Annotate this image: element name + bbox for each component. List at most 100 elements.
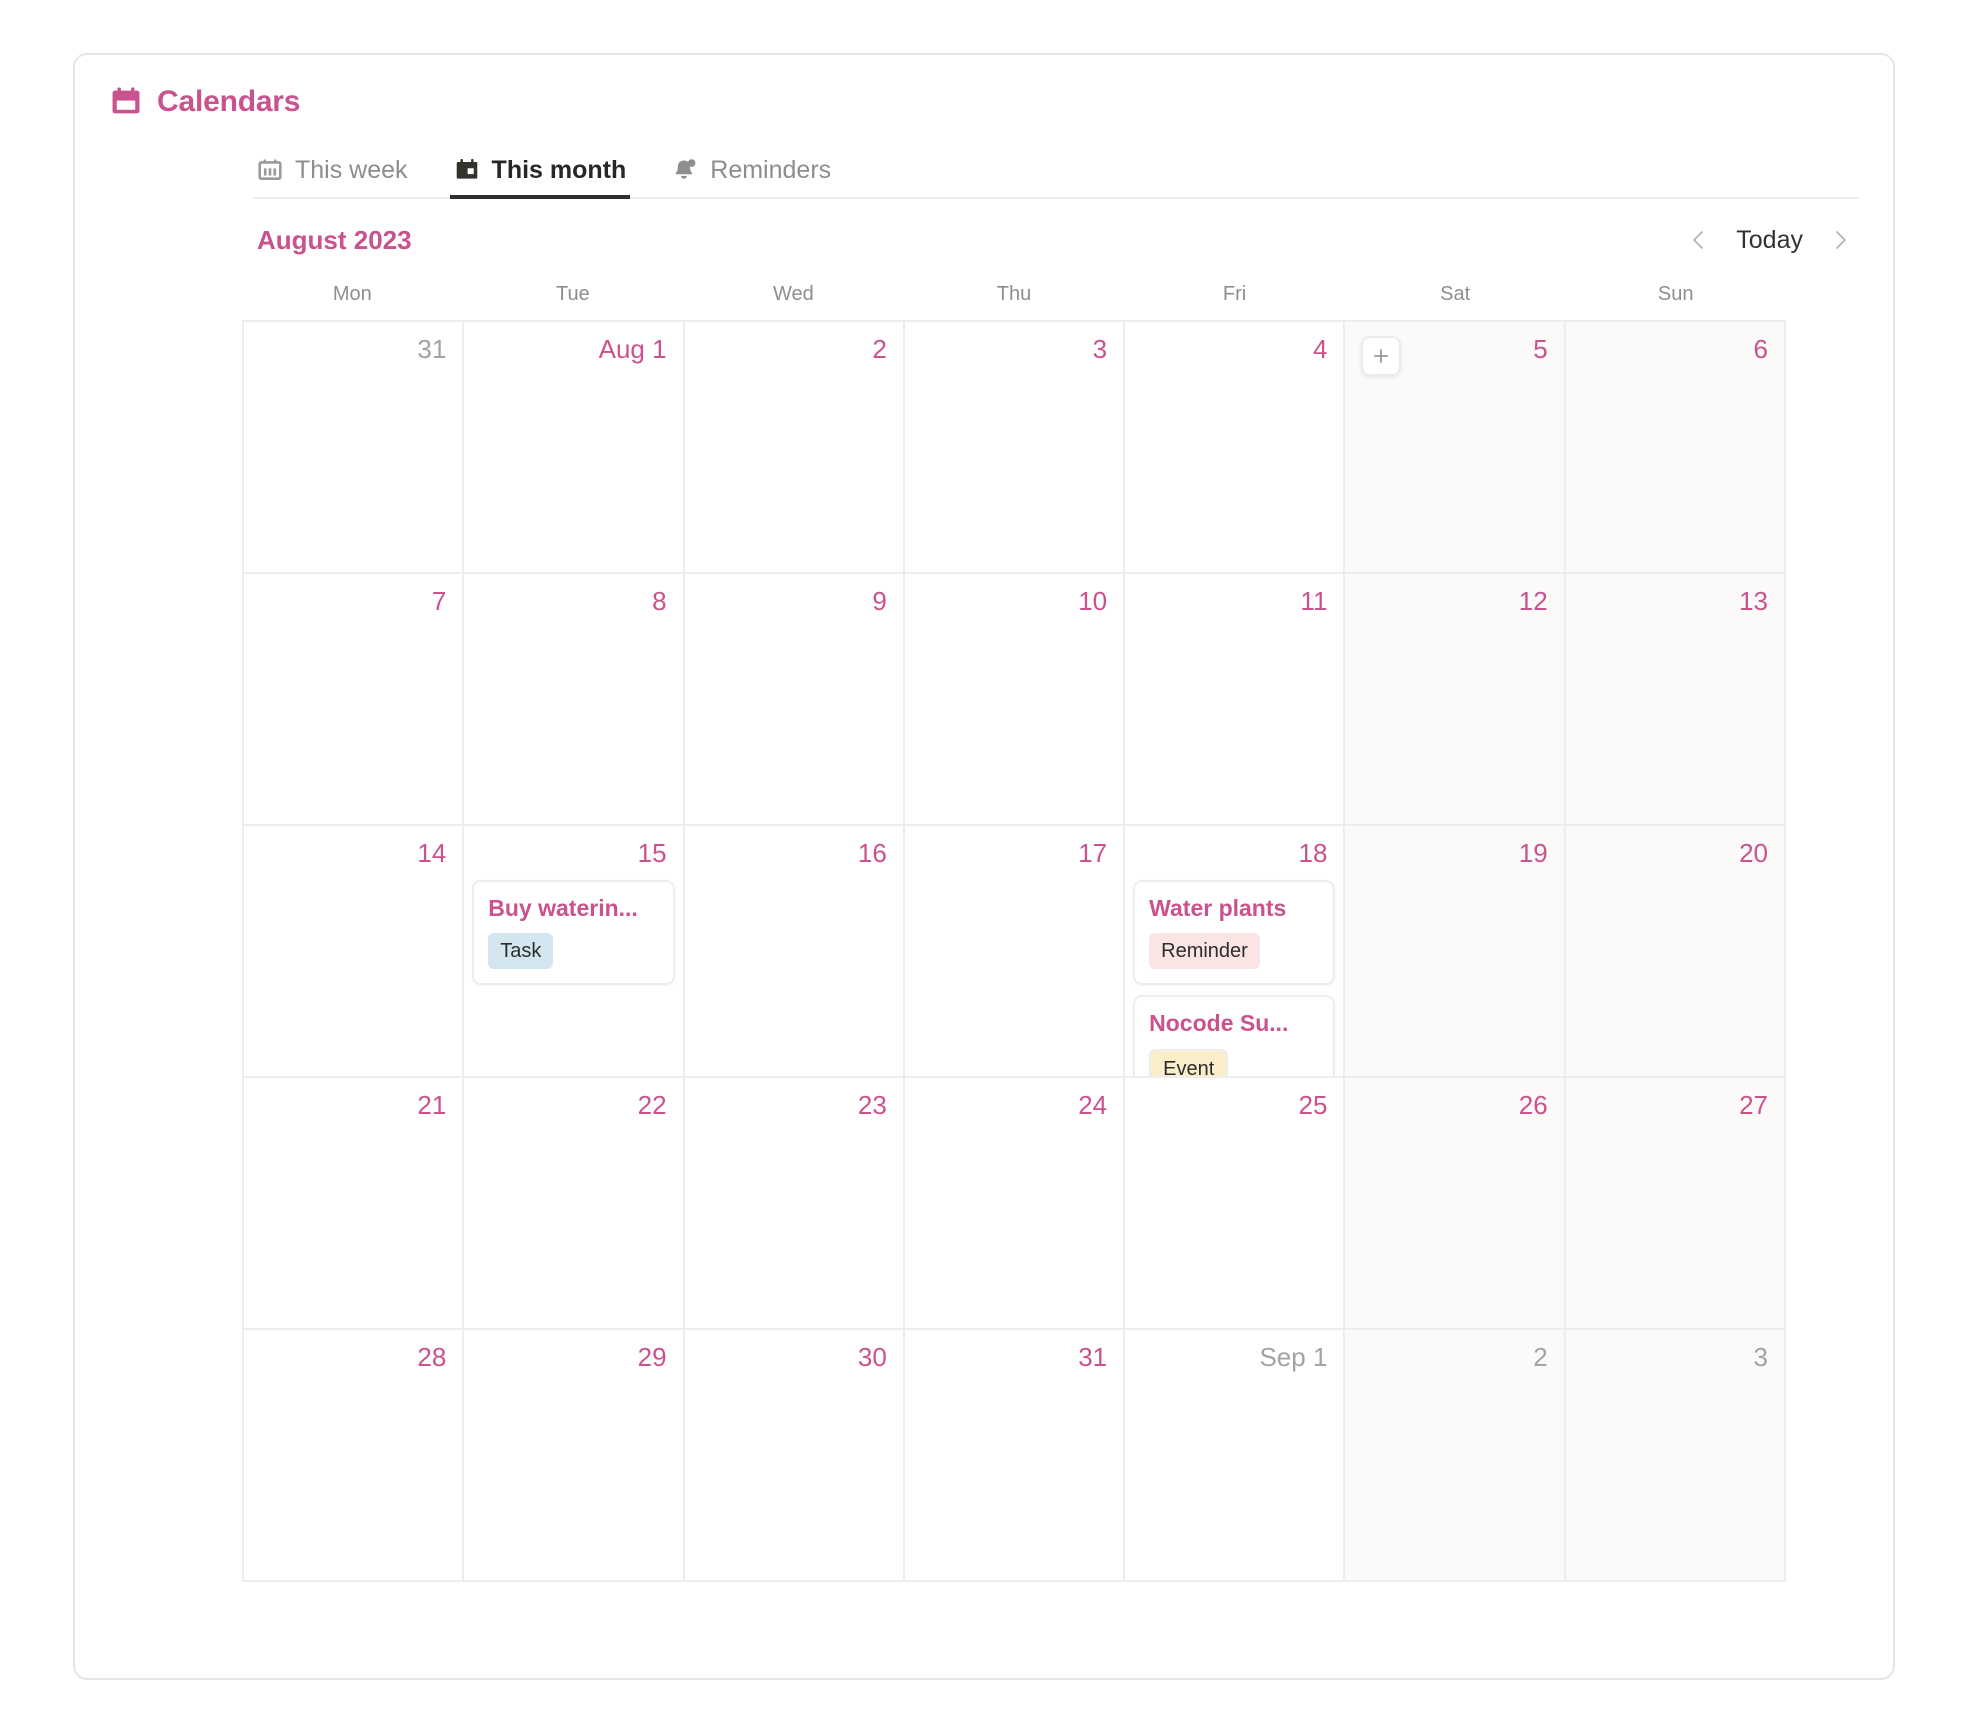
calendar-day-cell[interactable]: 15 Buy waterin... Task [464, 826, 685, 1078]
calendar-day-cell[interactable]: Sep 1 [1125, 1330, 1346, 1582]
calendar-day-cell[interactable]: 10 [904, 574, 1126, 826]
weekday-header-row: Mon Tue Wed Thu Fri Sat Sun [242, 283, 1786, 320]
calendar-day-cell[interactable]: 31 [904, 1330, 1126, 1582]
calendar-day-cell[interactable]: 19 [1345, 826, 1566, 1078]
calendar-month-icon [454, 157, 480, 183]
add-event-button[interactable] [1361, 336, 1402, 376]
calendar-day-cell[interactable]: 27 [1565, 1078, 1786, 1330]
month-nav-controls: Today [1686, 225, 1853, 255]
calendar-day-cell[interactable]: 16 [684, 826, 905, 1078]
tab-this-week-label: This week [295, 155, 408, 184]
calendar-page: Calendars This week This month Reminders… [0, 0, 1982, 1720]
tab-this-month[interactable]: This month [449, 155, 647, 199]
calendar-day-cell[interactable]: 22 [464, 1078, 685, 1330]
calendar-day-cell[interactable]: 25 [1125, 1078, 1346, 1330]
event-type-badge: Reminder [1149, 933, 1260, 970]
day-number: 10 [1078, 586, 1108, 616]
day-number: 28 [417, 1342, 447, 1372]
calendar-day-cell[interactable]: 24 [904, 1078, 1126, 1330]
day-number: 17 [1078, 838, 1108, 868]
calendar-day-cell[interactable]: 21 [244, 1078, 465, 1330]
day-number: Aug 1 [598, 334, 667, 364]
calendar-day-cell[interactable]: 9 [684, 574, 905, 826]
calendar-day-cell[interactable]: 18 Water plants Reminder Nocode Su... Event [1125, 826, 1346, 1078]
day-number: 2 [872, 334, 887, 364]
day-number: 14 [417, 838, 447, 868]
day-number: 31 [417, 334, 447, 364]
tab-this-week[interactable]: This week [253, 157, 428, 199]
calendar-day-cell[interactable]: 2 [1345, 1330, 1566, 1582]
day-number: Sep 1 [1259, 1342, 1328, 1372]
calendar-day-cell[interactable]: 6 [1565, 322, 1786, 574]
day-number: 12 [1518, 586, 1548, 616]
chevron-right-icon[interactable] [1827, 225, 1853, 255]
day-number: 5 [1533, 334, 1548, 364]
calendar-day-cell[interactable]: 8 [464, 574, 685, 826]
calendar-day-cell[interactable]: 26 [1345, 1078, 1566, 1330]
day-number: 22 [637, 1090, 667, 1120]
calendar-day-cell[interactable]: 12 [1345, 574, 1566, 826]
calendar-day-cell[interactable]: 11 [1125, 574, 1346, 826]
day-number: 9 [872, 586, 887, 616]
calendar-day-cell[interactable]: Aug 1 [464, 322, 685, 574]
calendar-day-cell[interactable]: 23 [684, 1078, 905, 1330]
day-number: 6 [1753, 334, 1768, 364]
day-number: 27 [1739, 1090, 1768, 1120]
event-title: Buy waterin... [488, 896, 638, 921]
calendar-day-cell[interactable]: 31 [244, 322, 465, 574]
today-button[interactable]: Today [1736, 227, 1803, 253]
weekday-header-fri: Fri [1222, 283, 1247, 305]
day-number: 31 [1078, 1342, 1108, 1372]
calendar-day-cell[interactable]: 20 [1565, 826, 1786, 1078]
day-number: 30 [857, 1342, 887, 1372]
calendar-day-cell[interactable]: 14 [244, 826, 465, 1078]
calendar-day-cell[interactable]: 28 [244, 1330, 465, 1582]
calendar-day-cell[interactable]: 7 [244, 574, 465, 826]
day-number: 11 [1300, 586, 1328, 616]
day-number: 7 [431, 586, 447, 616]
weekday-header-sat: Sat [1440, 283, 1471, 305]
event-card[interactable]: Water plants Reminder [1133, 880, 1336, 986]
calendar-day-cell[interactable]: 13 [1565, 574, 1786, 826]
day-number: 26 [1518, 1090, 1548, 1120]
calendar-day-cell[interactable]: 30 [684, 1330, 905, 1582]
calendar-day-cell[interactable]: 4 [1125, 322, 1346, 574]
day-number: 16 [857, 838, 887, 868]
calendar-day-cell[interactable]: 3 [1565, 1330, 1786, 1582]
tab-reminders-label: Reminders [710, 155, 832, 184]
calendar-day-cell[interactable]: 2 [684, 322, 905, 574]
day-number: 24 [1078, 1090, 1108, 1120]
current-month-label: August 2023 [257, 225, 412, 255]
day-number: 21 [417, 1090, 447, 1120]
weekday-header-mon: Mon [332, 283, 372, 305]
calendar-day-cell[interactable]: 17 [904, 826, 1126, 1078]
day-number: 2 [1533, 1342, 1548, 1372]
event-card[interactable]: Buy waterin... Task [472, 880, 675, 986]
event-card[interactable]: Nocode Su... Event [1133, 995, 1336, 1076]
tab-this-month-label: This month [491, 155, 627, 184]
day-number: 19 [1518, 838, 1548, 868]
day-number: 15 [637, 838, 667, 868]
page-title: Calendars [157, 85, 301, 118]
calendar-day-cell[interactable]: 3 [904, 322, 1126, 574]
calendar-day-cell[interactable]: 5 [1345, 322, 1566, 574]
day-event-list: Buy waterin... Task [472, 880, 675, 986]
event-title: Water plants [1149, 896, 1287, 921]
day-number: 18 [1298, 838, 1328, 868]
event-title: Nocode Su... [1149, 1011, 1289, 1037]
day-number: 23 [857, 1090, 887, 1120]
chevron-left-icon[interactable] [1686, 225, 1712, 255]
weekday-header-thu: Thu [996, 283, 1032, 305]
day-number: 3 [1092, 334, 1108, 364]
month-navigation-bar: August 2023 Today [75, 199, 1893, 255]
weekday-header-tue: Tue [555, 283, 590, 305]
day-number: 13 [1739, 586, 1768, 616]
tab-reminders[interactable]: Reminders [668, 157, 851, 199]
calendar-grid: 31 Aug 1 2 3 4 5 6 7 8 9 10 11 12 13 14 15 Buy waterin..… [242, 320, 1786, 1582]
day-number: 8 [652, 586, 667, 616]
bell-icon [672, 157, 698, 183]
weekday-header-sun: Sun [1657, 283, 1694, 305]
day-number: 3 [1753, 1342, 1768, 1372]
day-number: 20 [1739, 838, 1768, 868]
calendar-day-cell[interactable]: 29 [464, 1330, 685, 1582]
